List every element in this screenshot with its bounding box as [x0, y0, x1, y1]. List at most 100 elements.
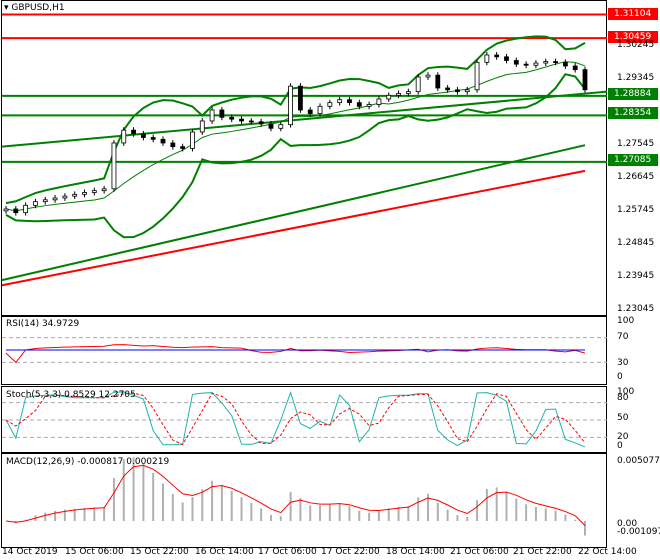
candle [455, 89, 460, 93]
level-tag: 1.28884 [608, 88, 658, 100]
time-tick: 14 Oct 2019 [2, 547, 58, 557]
candle [562, 61, 568, 67]
candle [445, 87, 451, 91]
candle [337, 99, 343, 104]
candle [347, 99, 352, 104]
rsi-tick: 30 [617, 358, 629, 368]
candle [474, 61, 480, 91]
candle [23, 204, 29, 214]
candle [121, 129, 127, 144]
candle [62, 195, 68, 199]
candle [72, 193, 78, 197]
candle [160, 138, 166, 144]
rsi-label: RSI(14) 34.9729 [6, 319, 80, 329]
level-tag: 1.31104 [608, 8, 658, 20]
macd-label: MACD(12,26,9) -0.000817 0.000219 [6, 457, 170, 467]
candle [386, 94, 392, 100]
time-tick: 21 Oct 22:00 [513, 547, 572, 557]
candle [219, 109, 225, 118]
candle [13, 208, 19, 214]
candle [52, 197, 58, 201]
candle [523, 63, 529, 66]
level-tag: 1.27085 [608, 154, 658, 166]
candle [82, 192, 87, 195]
candle [170, 142, 176, 148]
rsi-tick: 0 [617, 372, 623, 382]
candle [298, 85, 303, 111]
candle [307, 109, 313, 115]
candle [405, 91, 411, 94]
stoch-signal-line [5, 392, 586, 446]
candle [553, 61, 558, 63]
symbol-label: GBPUSD,H1 [11, 3, 65, 13]
candle [180, 146, 186, 149]
candle [415, 76, 421, 93]
trendline [1, 90, 608, 148]
candle [366, 104, 372, 107]
candle [199, 120, 205, 133]
candle [484, 54, 490, 63]
time-tick: 21 Oct 06:00 [450, 547, 509, 557]
macd-signal-line [5, 464, 586, 526]
price-tick: 1.30245 [617, 40, 655, 50]
time-tick: 17 Oct 06:00 [258, 547, 317, 557]
macd-tick: 0.005077 [617, 456, 660, 466]
candle [140, 133, 146, 138]
rsi-tick: 70 [617, 332, 629, 342]
candle [464, 89, 470, 93]
stoch-label: Stoch(5,3,3) 0.8529 12.2705 [6, 390, 136, 400]
candle [504, 56, 509, 61]
symbol-title: ▾ GBPUSD,H1 [4, 3, 65, 13]
price-tick: 1.25745 [617, 205, 655, 215]
candle [425, 74, 431, 78]
candle [396, 93, 401, 96]
stoch-main-line [5, 390, 586, 448]
candle [111, 142, 117, 190]
candle [3, 208, 9, 212]
candle [494, 54, 500, 58]
price-tick: 1.24845 [617, 238, 655, 248]
candle [258, 121, 264, 125]
time-tick: 18 Oct 14:00 [386, 547, 445, 557]
candle [582, 69, 588, 91]
price-tick: 1.23045 [617, 304, 655, 314]
rsi-tick: 100 [617, 316, 635, 326]
stoch-tick: 50 [617, 413, 629, 423]
candle [248, 120, 254, 123]
candle [190, 131, 195, 149]
candle [91, 190, 97, 193]
candle [131, 129, 136, 135]
time-tick: 15 Oct 22:00 [130, 547, 189, 557]
price-tick: 1.23945 [617, 271, 655, 281]
stoch-tick: 0 [617, 441, 623, 451]
candle [543, 61, 549, 64]
candle [239, 118, 244, 122]
candle [376, 98, 382, 105]
macd-tick: -0.001097 [617, 527, 660, 537]
candle [101, 188, 107, 192]
time-tick: 17 Oct 22:00 [321, 547, 380, 557]
level-tag: 1.28354 [608, 107, 658, 119]
price-tick: 1.26645 [617, 172, 655, 182]
candle [356, 102, 362, 107]
candle [533, 62, 539, 66]
chart-canvas[interactable] [0, 0, 660, 560]
time-tick: 16 Oct 14:00 [195, 547, 254, 557]
rsi-line [5, 344, 586, 364]
price-tick: 1.27545 [617, 139, 655, 149]
dropdown-triangle-icon[interactable]: ▾ [4, 3, 9, 13]
candle [229, 116, 235, 120]
candle [278, 124, 284, 129]
time-tick: 15 Oct 06:00 [65, 547, 124, 557]
candle [513, 60, 519, 65]
candle [42, 199, 48, 203]
candle [268, 123, 274, 129]
candle [288, 85, 293, 126]
time-tick: 22 Oct 14:00 [578, 547, 637, 557]
candle [572, 65, 578, 71]
moving-average-green [1, 144, 586, 282]
candle [317, 105, 323, 115]
price-tick: 1.29345 [617, 73, 655, 83]
stoch-tick: 80 [617, 393, 629, 403]
candle [150, 137, 156, 140]
